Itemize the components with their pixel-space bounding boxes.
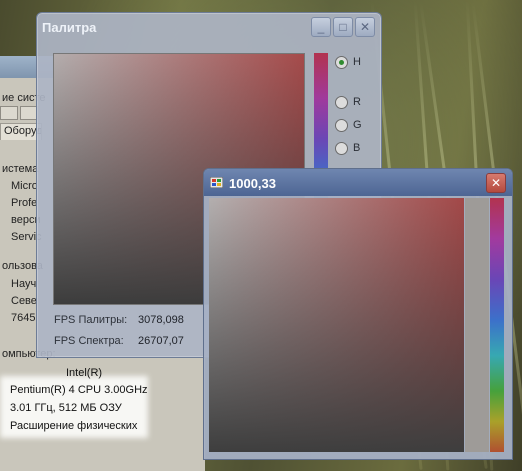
pae-label: Расширение физических	[10, 420, 138, 432]
spectrum-window: 1000,33 ✕	[203, 168, 513, 460]
radio-r[interactable]	[335, 96, 348, 109]
sysprops-tab-stub[interactable]	[0, 106, 18, 120]
fps-spectrum-label: FPS Спектра:	[54, 335, 124, 347]
radio-r-label: R	[353, 96, 361, 108]
cpu-speed-ram: 3.01 ГГц, 512 МБ ОЗУ	[10, 402, 122, 414]
sysprops-line: Micro	[11, 180, 38, 192]
close-button[interactable]: ✕	[355, 17, 375, 37]
radio-b-label: B	[353, 142, 361, 154]
maximize-button[interactable]: □	[333, 17, 353, 37]
cpu-model: Pentium(R) 4 CPU 3.00GHz	[10, 384, 148, 396]
radio-g[interactable]	[335, 119, 348, 132]
app-icon	[210, 177, 223, 188]
minimize-button[interactable]: _	[311, 17, 331, 37]
palette-title: Палитра	[42, 20, 97, 35]
radio-g-label: G	[353, 119, 362, 131]
sysprops-line: истема	[2, 163, 39, 175]
sysprops-line: 7645	[11, 312, 36, 324]
cpu-vendor: Intel(R)	[66, 367, 103, 379]
sysprops-line: Науч	[11, 278, 37, 290]
radio-b[interactable]	[335, 142, 348, 155]
fps-spectrum-value: 26707,07	[138, 335, 184, 347]
radio-h[interactable]	[335, 56, 348, 69]
spectrum-hue-slider[interactable]	[490, 198, 504, 452]
sysprops-line: Profe	[11, 197, 38, 209]
radio-h-label: H	[353, 56, 361, 68]
fps-palette-label: FPS Палитры:	[54, 314, 128, 326]
spectrum-gray-bar	[465, 198, 489, 452]
sysprops-line: Севе	[11, 295, 37, 307]
spectrum-color-field[interactable]	[209, 198, 464, 452]
close-button[interactable]: ✕	[486, 173, 506, 193]
fps-palette-value: 3078,098	[138, 314, 184, 326]
spectrum-title: 1000,33	[229, 176, 276, 191]
